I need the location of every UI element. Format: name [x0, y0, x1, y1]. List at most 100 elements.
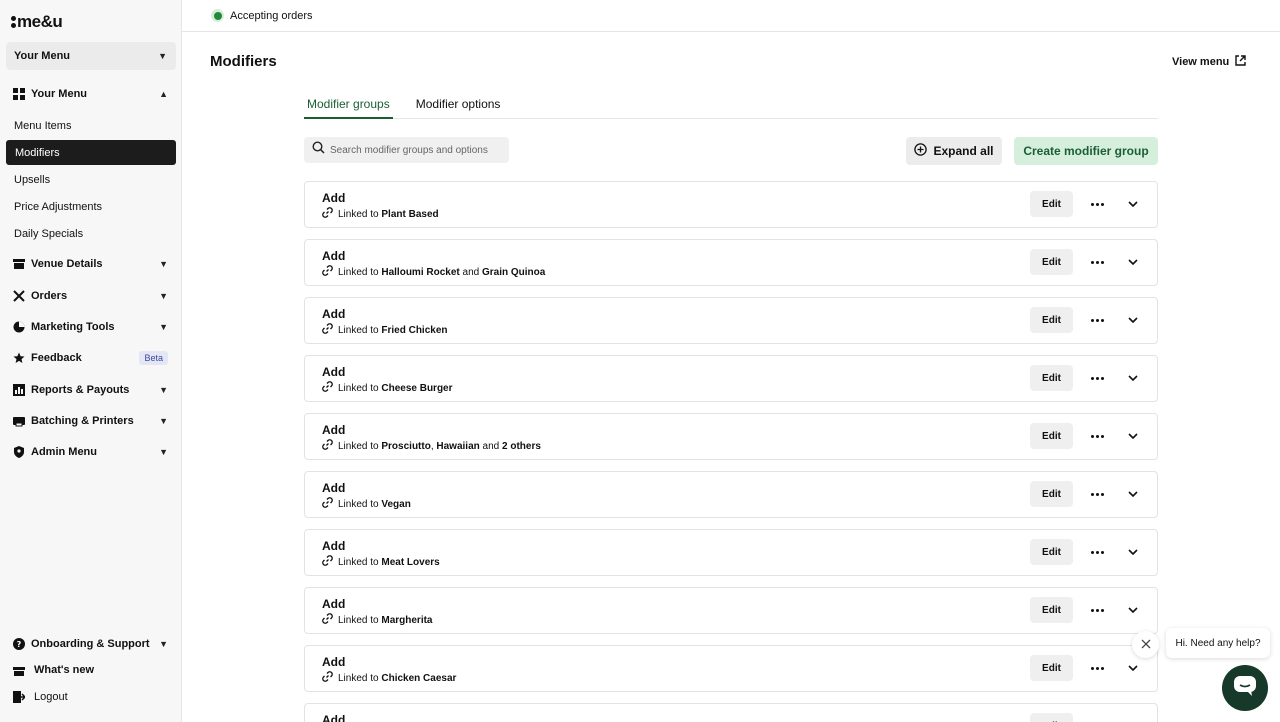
modifier-group-title: Add [322, 713, 346, 722]
chat-launcher-button[interactable] [1222, 665, 1268, 711]
chevron-down-icon[interactable] [1125, 370, 1141, 386]
modifier-group-title: Add [322, 423, 346, 437]
chevron-down-icon[interactable] [1125, 196, 1141, 212]
sidebar-item-label: Menu Items [14, 119, 72, 132]
sidebar-section-orders[interactable]: Orders ▼ [6, 284, 176, 308]
more-options-icon[interactable] [1088, 487, 1106, 501]
chevron-down-icon[interactable] [1125, 486, 1141, 502]
linked-item-name: Plant Based [381, 208, 439, 220]
more-options-icon[interactable] [1088, 603, 1106, 617]
chevron-down-icon: ▼ [159, 416, 168, 426]
sidebar-logout[interactable]: Logout [6, 685, 176, 709]
chat-close-button[interactable] [1132, 631, 1159, 658]
grid-icon [12, 88, 25, 101]
edit-button[interactable]: Edit [1030, 539, 1073, 565]
chevron-down-icon[interactable] [1125, 254, 1141, 270]
sidebar-section-label: Marketing Tools [31, 321, 115, 333]
modifier-group-row[interactable]: Add Linked to Fried Chicken Edit [304, 297, 1158, 344]
expand-all-button[interactable]: Expand all [906, 137, 1002, 165]
chevron-down-icon[interactable] [1125, 544, 1141, 560]
modifier-group-row[interactable]: Add Linked to Cheese Burger Edit [304, 355, 1158, 402]
chevron-down-icon[interactable] [1125, 718, 1141, 722]
link-icon [322, 265, 333, 279]
edit-button[interactable]: Edit [1030, 191, 1073, 217]
create-modifier-group-button[interactable]: Create modifier group [1014, 137, 1158, 165]
modifier-group-row[interactable]: Add Linked to Chicken Caesar Edit [304, 645, 1158, 692]
more-options-icon[interactable] [1088, 313, 1106, 327]
linked-items: Linked to Fried Chicken [322, 323, 448, 337]
linked-items: Linked to Chicken Caesar [322, 671, 456, 685]
chevron-down-icon[interactable] [1125, 428, 1141, 444]
more-options-icon[interactable] [1088, 661, 1106, 675]
linked-text: Linked to Vegan [338, 499, 411, 510]
edit-button[interactable]: Edit [1030, 365, 1073, 391]
modifier-group-title: Add [322, 481, 346, 495]
linked-prefix: Linked to [338, 556, 379, 568]
sidebar-item-menu-items[interactable]: Menu Items [6, 113, 176, 138]
chevron-down-icon: ▼ [159, 447, 168, 457]
edit-button[interactable]: Edit [1030, 597, 1073, 623]
sidebar-section-your-menu[interactable]: Your Menu ▲ [6, 82, 176, 106]
chat-greeting[interactable]: Hi. Need any help? [1166, 628, 1270, 658]
sidebar-section-label: Venue Details [31, 258, 103, 270]
sidebar-onboarding-support[interactable]: ? Onboarding & Support ▼ [6, 632, 176, 656]
edit-button[interactable]: Edit [1030, 713, 1073, 722]
modifier-group-row[interactable]: Add Edit [304, 703, 1158, 722]
more-options-icon[interactable] [1088, 429, 1106, 443]
modifier-group-row[interactable]: Add Linked to Meat Lovers Edit [304, 529, 1158, 576]
view-menu-link[interactable]: View menu [1172, 55, 1246, 69]
help-icon: ? [12, 638, 25, 651]
close-icon [1141, 636, 1151, 654]
linked-prefix: Linked to [338, 498, 379, 510]
sidebar-whats-new[interactable]: What's new [6, 658, 176, 682]
logo-text: me&u [17, 12, 63, 31]
modifier-group-row[interactable]: Add Linked to Margherita Edit [304, 587, 1158, 634]
modifier-group-row[interactable]: Add Linked to Halloumi Rocket and Grain Q… [304, 239, 1158, 286]
sidebar-section-feedback[interactable]: Feedback Beta [6, 346, 176, 370]
modifier-group-row[interactable]: Add Linked to Prosciutto, Hawaiian and 2 … [304, 413, 1158, 460]
modifier-group-row[interactable]: Add Linked to Vegan Edit [304, 471, 1158, 518]
chevron-down-icon[interactable] [1125, 602, 1141, 618]
chevron-down-icon: ▼ [159, 322, 168, 332]
modifier-group-row[interactable]: Add Linked to Plant Based Edit [304, 181, 1158, 228]
tab-modifier-options[interactable]: Modifier options [413, 90, 504, 119]
modifier-group-title: Add [322, 191, 346, 205]
linked-prefix: Linked to [338, 614, 379, 626]
linked-text: Linked to Plant Based [338, 209, 439, 220]
status-indicator-icon [211, 9, 224, 22]
edit-button[interactable]: Edit [1030, 423, 1073, 449]
sidebar-item-daily-specials[interactable]: Daily Specials [6, 221, 176, 246]
more-options-icon[interactable] [1088, 371, 1106, 385]
link-icon [322, 439, 333, 453]
edit-button[interactable]: Edit [1030, 655, 1073, 681]
tabs: Modifier groups Modifier options [304, 90, 1158, 119]
chevron-down-icon[interactable] [1125, 312, 1141, 328]
link-icon [322, 381, 333, 395]
sidebar-section-venue-details[interactable]: Venue Details ▼ [6, 252, 176, 276]
search-input[interactable] [330, 144, 505, 156]
sidebar-section-batching-printers[interactable]: Batching & Printers ▼ [6, 409, 176, 433]
sidebar-section-label: Your Menu [31, 88, 88, 100]
view-menu-label: View menu [1172, 56, 1230, 68]
sidebar-section-marketing-tools[interactable]: Marketing Tools ▼ [6, 315, 176, 339]
menu-select[interactable]: Your Menu ▼ [6, 42, 176, 70]
sidebar-item-price-adjustments[interactable]: Price Adjustments [6, 194, 176, 219]
edit-button[interactable]: Edit [1030, 307, 1073, 333]
sidebar-item-modifiers[interactable]: Modifiers [6, 140, 176, 165]
logo[interactable]: me&u [11, 12, 63, 32]
chevron-down-icon[interactable] [1125, 660, 1141, 676]
link-icon [322, 613, 333, 627]
tab-modifier-groups[interactable]: Modifier groups [304, 90, 393, 119]
more-options-icon[interactable] [1088, 197, 1106, 211]
more-options-icon[interactable] [1088, 255, 1106, 269]
sidebar-section-admin-menu[interactable]: Admin Menu ▼ [6, 440, 176, 464]
sidebar-item-upsells[interactable]: Upsells [6, 167, 176, 192]
sidebar-item-label: Upsells [14, 173, 51, 186]
more-options-icon[interactable] [1088, 545, 1106, 559]
edit-button[interactable]: Edit [1030, 481, 1073, 507]
linked-text: Linked to Halloumi Rocket and Grain Quin… [338, 267, 545, 278]
edit-button[interactable]: Edit [1030, 249, 1073, 275]
linked-item-name: Grain Quinoa [481, 266, 546, 278]
sidebar-section-reports-payouts[interactable]: Reports & Payouts ▼ [6, 378, 176, 402]
sidebar-item-label: Modifiers [15, 146, 60, 159]
